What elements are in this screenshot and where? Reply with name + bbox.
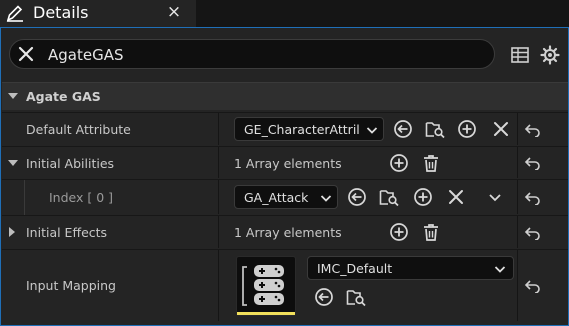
property-label: Index [ 0 ]	[49, 190, 114, 205]
details-panel: Agate GAS Default Attribute GE_Character…	[0, 27, 569, 326]
reset-cell	[517, 250, 568, 321]
tab-bar: Details ×	[0, 0, 569, 27]
element-options-chevron-icon[interactable]	[485, 187, 505, 207]
clear-search-icon[interactable]	[17, 45, 35, 63]
input-mapping-combo[interactable]: IMC_Default	[307, 256, 514, 280]
search-box	[9, 39, 495, 69]
chevron-down-icon	[494, 266, 506, 273]
pencil-icon	[6, 5, 23, 22]
default-attribute-combo[interactable]: GE_CharacterAttril	[234, 117, 384, 141]
chevron-down-icon	[320, 195, 332, 202]
browse-asset-icon[interactable]	[425, 119, 445, 139]
gamepad-stack-icon	[242, 265, 284, 306]
property-value-cell: 1 Array elements	[218, 147, 515, 178]
ability-class-combo[interactable]: GA_Attack	[234, 185, 338, 209]
array-count: 1 Array elements	[234, 225, 342, 240]
use-selected-asset-icon[interactable]	[347, 187, 367, 207]
property-label: Initial Abilities	[26, 156, 115, 171]
category-label: Agate GAS	[26, 89, 101, 104]
trash-icon[interactable]	[421, 153, 441, 173]
property-row-index-0: Index [ 0 ] GA_Attack	[2, 179, 568, 215]
gear-icon[interactable]	[540, 45, 560, 65]
property-label: Default Attribute	[26, 122, 131, 137]
add-element-icon[interactable]	[389, 153, 409, 173]
property-row-input-mapping: Input Mapping IMC_Default	[2, 249, 568, 321]
add-element-icon[interactable]	[389, 222, 409, 242]
property-row-default-attribute: Default Attribute GE_CharacterAttril	[2, 112, 568, 145]
combo-value: GA_Attack	[244, 190, 309, 205]
table-icon[interactable]	[510, 45, 530, 65]
reset-cell	[517, 113, 568, 145]
property-name-cell: Initial Abilities	[2, 147, 216, 178]
property-name-cell: Default Attribute	[2, 113, 216, 145]
use-selected-asset-icon[interactable]	[393, 119, 413, 139]
property-row-initial-abilities: Initial Abilities 1 Array elements	[2, 146, 568, 178]
reset-to-default-icon[interactable]	[524, 123, 542, 137]
property-value-cell: GA_Attack	[218, 180, 515, 214]
expand-arrow-icon[interactable]	[8, 160, 18, 166]
array-count: 1 Array elements	[234, 156, 342, 171]
search-input[interactable]	[48, 44, 478, 66]
property-label: Input Mapping	[26, 278, 116, 293]
add-icon[interactable]	[457, 119, 477, 139]
property-name-cell: Input Mapping	[2, 250, 216, 321]
expand-arrow-icon[interactable]	[9, 227, 15, 237]
property-name-cell: Initial Effects	[2, 216, 216, 248]
property-row-initial-effects: Initial Effects 1 Array elements	[2, 215, 568, 248]
browse-asset-icon[interactable]	[379, 187, 399, 207]
trash-icon[interactable]	[421, 222, 441, 242]
clear-icon[interactable]	[446, 187, 466, 207]
reset-cell	[517, 216, 568, 248]
combo-value: IMC_Default	[317, 261, 393, 276]
tab-details[interactable]: Details ×	[0, 0, 196, 27]
reset-cell	[517, 180, 568, 214]
property-name-cell: Index [ 0 ]	[2, 180, 216, 215]
asset-thumbnail[interactable]	[236, 256, 296, 316]
combo-value: GE_CharacterAttril	[244, 122, 360, 137]
property-value-cell: 1 Array elements	[218, 216, 515, 248]
collapse-arrow-icon[interactable]	[8, 93, 18, 99]
chevron-down-icon	[366, 127, 378, 134]
tab-title: Details	[33, 3, 89, 22]
reset-to-default-icon[interactable]	[524, 191, 542, 205]
property-label: Initial Effects	[26, 225, 108, 240]
asset-type-color-bar	[237, 312, 295, 315]
reset-to-default-icon[interactable]	[524, 279, 542, 293]
tree-guide-line	[24, 180, 25, 215]
reset-to-default-icon[interactable]	[524, 226, 542, 240]
reset-cell	[517, 147, 568, 178]
clear-icon[interactable]	[491, 119, 511, 139]
add-icon[interactable]	[413, 187, 433, 207]
reset-to-default-icon[interactable]	[524, 156, 542, 170]
use-selected-asset-icon[interactable]	[314, 287, 334, 307]
tab-close-button[interactable]: ×	[164, 1, 184, 23]
property-value-cell: GE_CharacterAttril	[218, 113, 515, 145]
browse-asset-icon[interactable]	[346, 287, 366, 307]
property-value-cell: IMC_Default	[218, 250, 515, 321]
category-agate-gas[interactable]: Agate GAS	[2, 82, 568, 110]
